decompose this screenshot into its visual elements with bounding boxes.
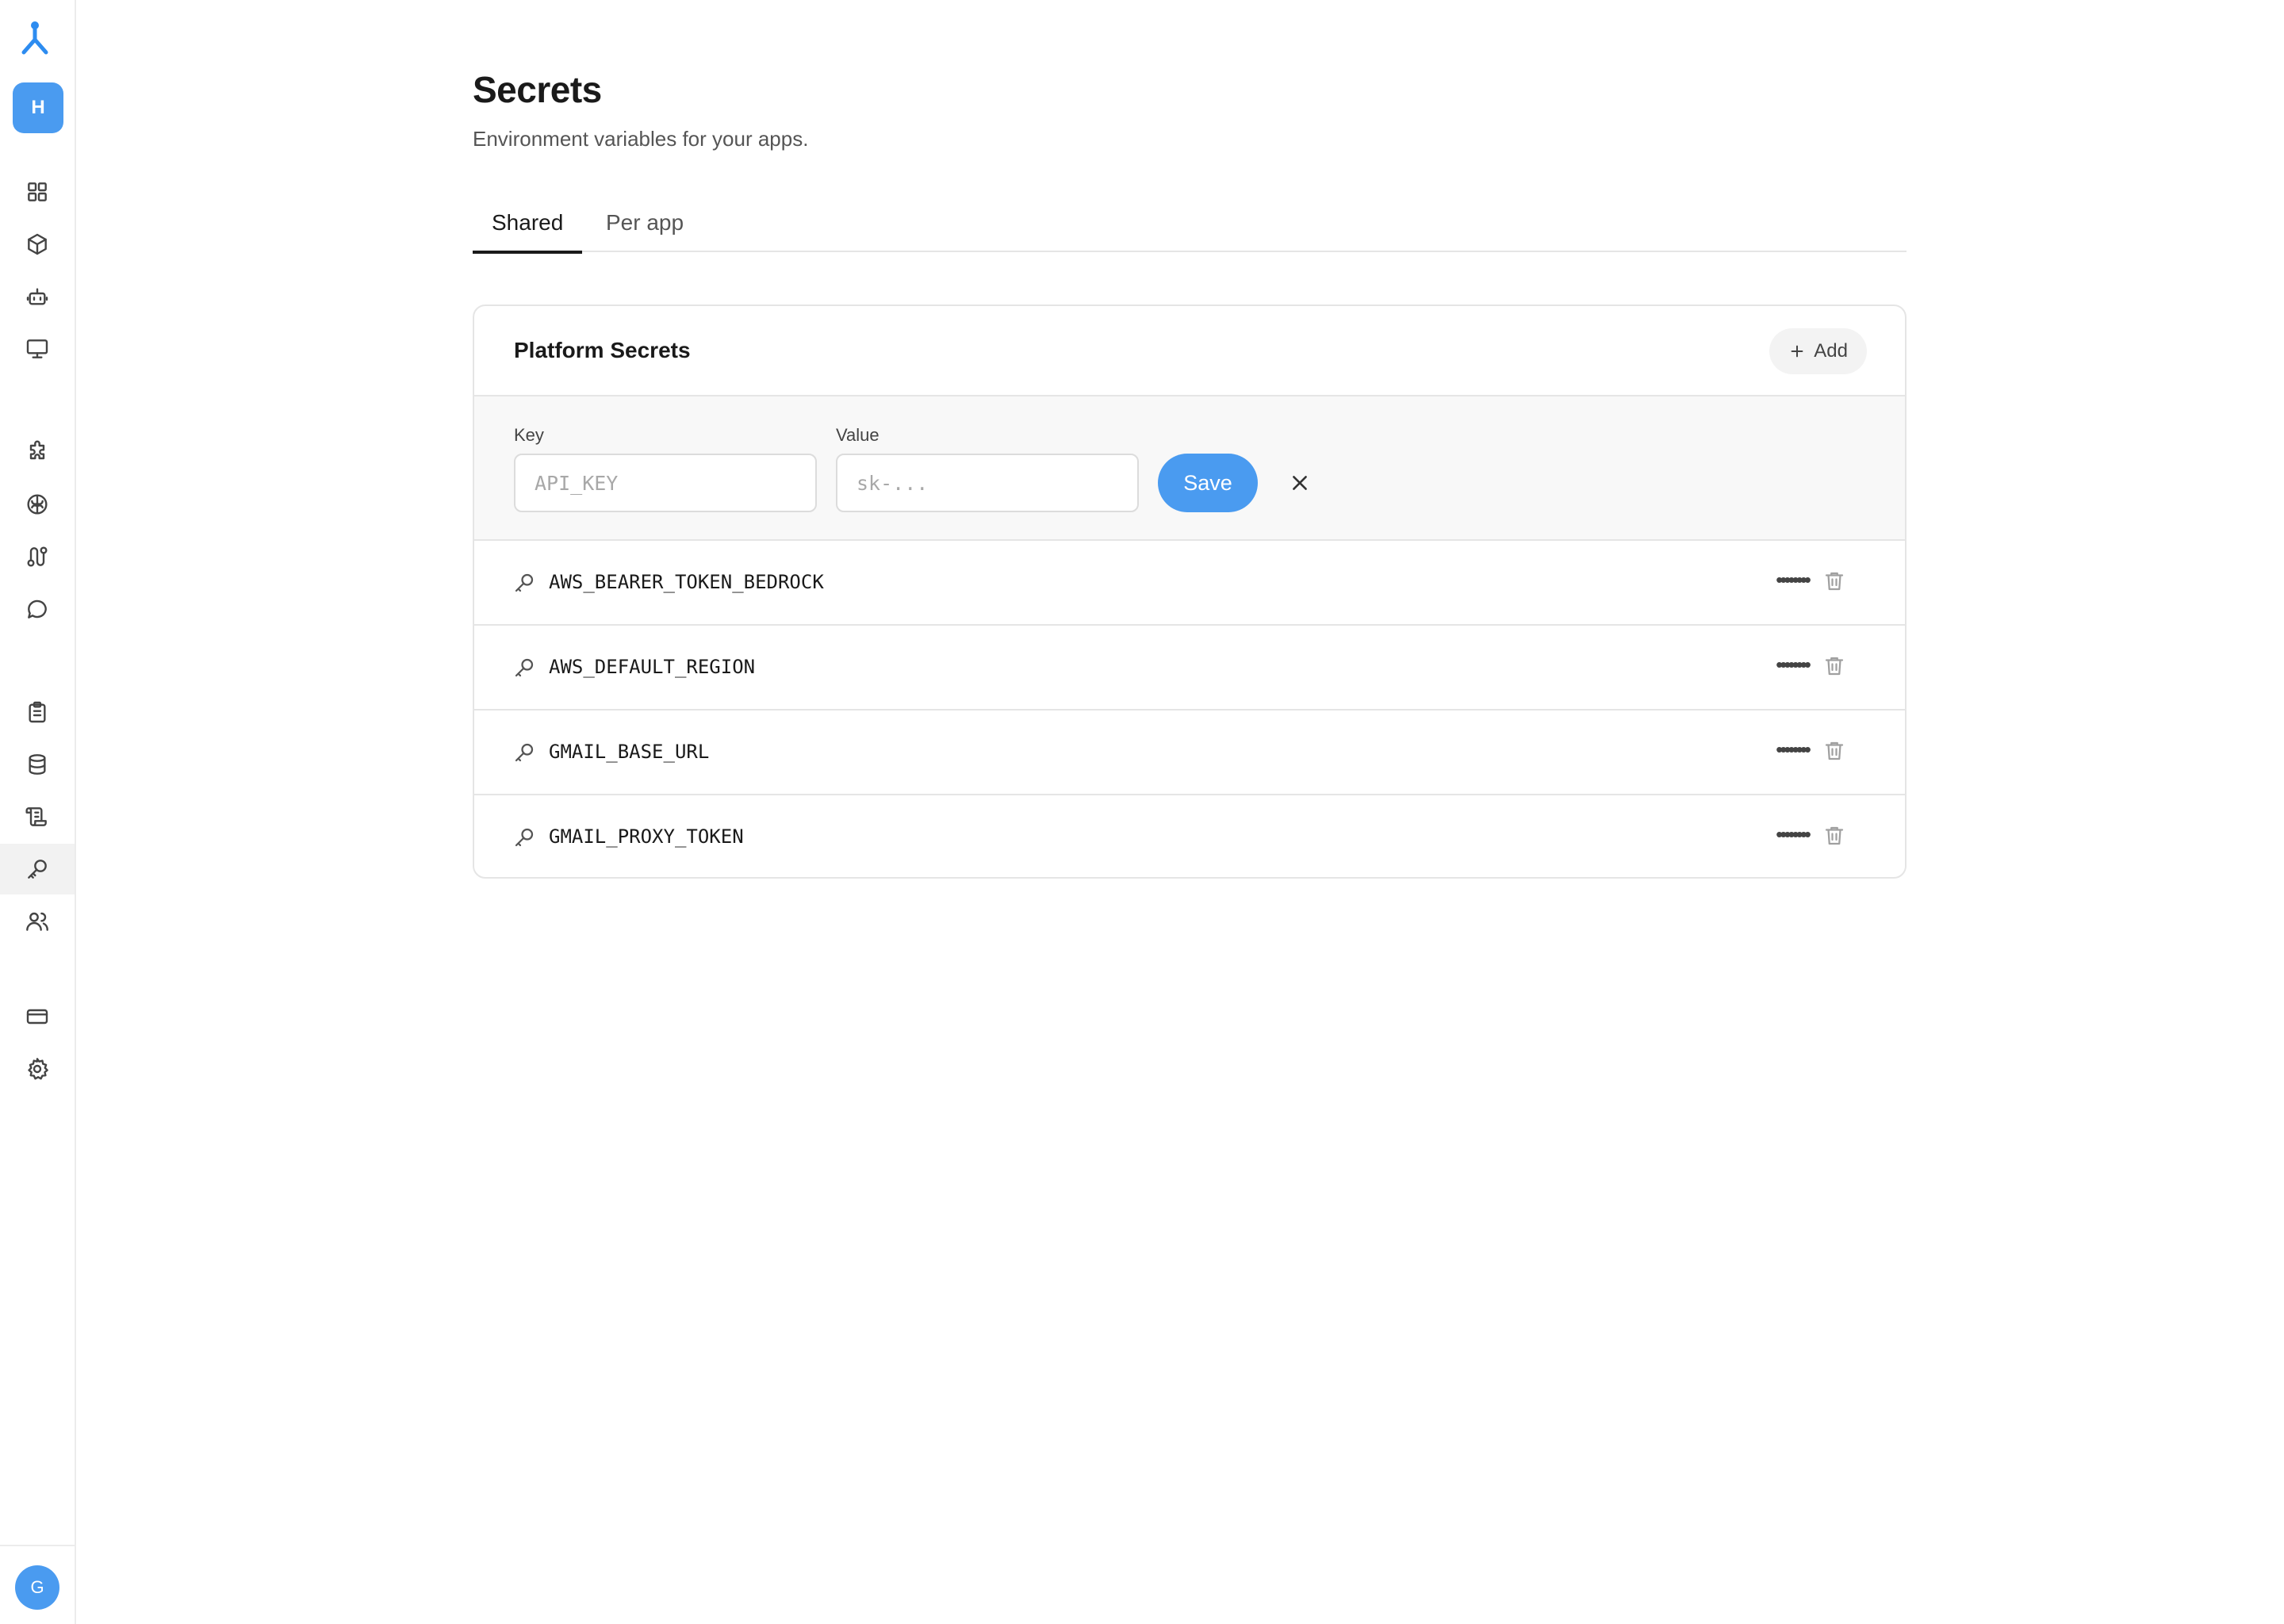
puzzle-icon <box>29 440 45 460</box>
secret-row: AWS_DEFAULT_REGION •••••••• <box>474 626 1905 710</box>
trash-icon <box>1825 572 1844 591</box>
sidebar-item-dashboard[interactable] <box>0 167 75 217</box>
clipboard-icon <box>29 701 46 723</box>
sidebar-item-integrations[interactable] <box>0 427 75 477</box>
app-root: H G Secrets Environment variables for yo… <box>0 0 2284 1624</box>
secret-name: GMAIL_PROXY_TOKEN <box>549 825 744 848</box>
key-icon <box>512 656 536 680</box>
user-avatar[interactable]: G <box>15 1565 59 1610</box>
value-input[interactable] <box>836 454 1139 512</box>
secret-name: AWS_BEARER_TOKEN_BEDROCK <box>549 571 824 593</box>
trash-icon <box>1825 657 1844 676</box>
key-icon <box>512 571 536 595</box>
workspace-avatar[interactable]: H <box>13 82 63 133</box>
secret-masked-value: •••••••• <box>1776 568 1811 592</box>
route-icon <box>27 546 48 567</box>
scroll-icon <box>25 807 47 826</box>
delete-secret-button[interactable] <box>1822 569 1848 595</box>
key-icon <box>28 860 47 879</box>
delete-secret-button[interactable] <box>1822 824 1848 849</box>
page-subtitle: Environment variables for your apps. <box>473 127 809 151</box>
page-title: Secrets <box>473 69 602 110</box>
secret-name: GMAIL_BASE_URL <box>549 741 710 763</box>
secret-row: AWS_BEARER_TOKEN_BEDROCK •••••••• <box>474 541 1905 626</box>
key-input[interactable] <box>514 454 817 512</box>
add-secret-label: Add <box>1814 340 1848 362</box>
sidebar-item-chat[interactable] <box>0 584 75 634</box>
credit-card-icon <box>26 1009 48 1025</box>
secret-row: GMAIL_BASE_URL •••••••• <box>474 710 1905 795</box>
secret-row: GMAIL_PROXY_TOKEN •••••••• <box>474 795 1905 877</box>
sidebar-item-desktops[interactable] <box>0 324 75 374</box>
sidebar-item-agents[interactable] <box>0 271 75 322</box>
trash-icon <box>1825 826 1844 845</box>
key-icon <box>512 741 536 764</box>
sidebar-item-tasks[interactable] <box>0 687 75 737</box>
plus-icon <box>1791 345 1803 358</box>
monitor-icon <box>26 339 48 358</box>
tab-shared[interactable]: Shared <box>473 193 582 254</box>
trash-icon <box>1825 741 1844 760</box>
delete-secret-button[interactable] <box>1822 654 1848 680</box>
database-icon <box>29 754 46 775</box>
sidebar-item-logs[interactable] <box>0 791 75 842</box>
card-header: Platform Secrets Add <box>474 306 1905 396</box>
add-secret-button[interactable]: Add <box>1769 328 1867 374</box>
bot-icon <box>26 288 48 305</box>
secret-masked-value: •••••••• <box>1776 737 1811 761</box>
sidebar-item-models[interactable] <box>0 479 75 530</box>
brain-icon <box>27 494 48 515</box>
close-icon <box>1293 476 1307 490</box>
save-button[interactable]: Save <box>1158 454 1258 512</box>
sidebar-item-database[interactable] <box>0 739 75 790</box>
sidebar: H G <box>0 0 76 1624</box>
sidebar-item-secrets[interactable] <box>0 844 75 894</box>
cancel-form-button[interactable] <box>1285 468 1315 498</box>
secret-name: AWS_DEFAULT_REGION <box>549 656 756 678</box>
sidebar-item-team[interactable] <box>0 896 75 947</box>
cube-icon <box>28 233 47 255</box>
tab-per-app[interactable]: Per app <box>587 193 703 252</box>
secret-masked-value: •••••••• <box>1776 822 1811 846</box>
key-field-label: Key <box>514 425 544 445</box>
gear-icon <box>28 1058 48 1080</box>
chat-bubble-icon <box>28 599 47 619</box>
key-icon <box>512 825 536 849</box>
platform-secrets-card: Platform Secrets Add Key Value Save AWS_… <box>473 304 1907 879</box>
secret-masked-value: •••••••• <box>1776 653 1811 676</box>
users-icon <box>26 912 48 931</box>
fork-logo-icon[interactable] <box>16 19 54 57</box>
sidebar-item-apps[interactable] <box>0 219 75 270</box>
sidebar-item-workflows[interactable] <box>0 531 75 582</box>
new-secret-form: Key Value Save <box>474 396 1905 541</box>
sidebar-item-billing[interactable] <box>0 991 75 1042</box>
grid-icon <box>28 182 47 201</box>
value-field-label: Value <box>836 425 879 445</box>
tab-bar: Shared Per app <box>473 193 1907 254</box>
sidebar-item-settings[interactable] <box>0 1044 75 1094</box>
sidebar-footer: G <box>0 1545 75 1624</box>
delete-secret-button[interactable] <box>1822 739 1848 764</box>
card-title: Platform Secrets <box>514 338 691 362</box>
